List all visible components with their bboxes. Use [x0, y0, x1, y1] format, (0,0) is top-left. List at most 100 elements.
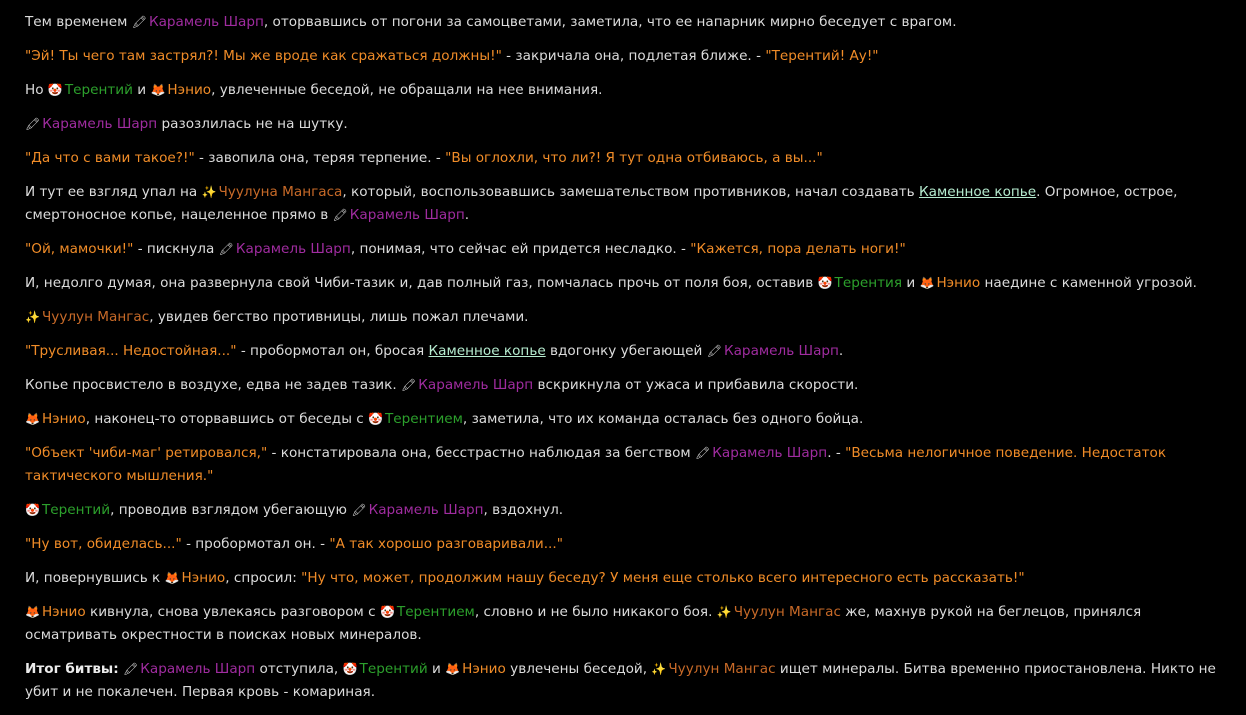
fox-icon: 🦊 [164, 571, 180, 585]
crayon-icon: 🖍 [694, 446, 711, 460]
character-name-caramel-sharp: Карамель Шарп [723, 343, 839, 359]
dialogue-quote: "Терентий! Ау!" [765, 48, 879, 64]
narration-text: наедине с каменной угрозой. [980, 275, 1197, 291]
crayon-icon: 🖍 [122, 662, 139, 676]
log-paragraph: Но 🤡 Терентий и 🦊 Нэнио, увлеченные беседо… [25, 79, 1225, 102]
character-name-caramel-sharp: Карамель Шарп [349, 207, 465, 223]
log-paragraph: 🦊 Нэнио, наконец-то оторвавшись от беседы… [25, 408, 1225, 431]
log-paragraph: Копье просвистело в воздухе, едва не зад… [25, 374, 1225, 397]
crayon-icon: 🖍 [332, 208, 348, 222]
narration-text: и [427, 661, 446, 677]
narration-text: кивнула, снова увлекаясь разговором с [85, 604, 380, 620]
log-paragraph: "Трусливая... Недостойная..." - пробормо… [25, 340, 1225, 363]
fox-icon: 🦊 [150, 83, 166, 97]
crayon-icon: 🖍 [218, 242, 234, 256]
character-name-chuulun-mangas: Чуулун Мангас [733, 604, 841, 620]
character-name-caramel-sharp: Карамель Шарп [368, 502, 484, 518]
fox-icon: 🦊 [25, 605, 40, 619]
clown-icon: 🤡 [379, 605, 395, 619]
narration-text: Тем временем [25, 14, 132, 30]
character-name-caramel-sharp: Карамель Шарп [140, 661, 256, 677]
crayon-icon: 🖍 [25, 117, 41, 131]
narration-text: - пробормотал он. - [181, 536, 330, 552]
narration-text: , вздохнул. [483, 502, 564, 518]
narration-text: , увлеченные беседой, не обращали на нее… [211, 82, 603, 98]
log-paragraph: Итог битвы: 🖍 Карамель Шарп отступила, 🤡 Т… [25, 658, 1225, 704]
narration-text: . [464, 207, 470, 223]
character-name-neo: Нэнио [167, 82, 212, 98]
narration-text: - пробормотал он, бросая [236, 343, 429, 359]
narration-text: вскрикнула от ужаса и прибавила скорости… [533, 377, 859, 393]
character-name-caramel-sharp: Карамель Шарп [712, 445, 828, 461]
narration-text: , оторвавшись от погони за самоцветами, … [263, 14, 957, 30]
narration-text: , словно и не было никакого боя. [474, 604, 717, 620]
narration-text: и [902, 275, 920, 291]
character-name-neo: Нэнио [41, 411, 86, 427]
log-paragraph: И тут ее взгляд упал на ✨ Чуулуна Мангаса… [25, 181, 1225, 227]
dialogue-quote: "Трусливая... Недостойная..." [25, 343, 237, 359]
narration-text: увлечены беседой, [505, 661, 652, 677]
dialogue-quote: "Объект 'чиби-маг' ретировался," [25, 445, 268, 461]
dialogue-quote: "Эй! Ты чего там застрял?! Мы же вроде к… [25, 48, 502, 64]
sparkles-icon: ✨ [716, 605, 732, 619]
sparkles-icon: ✨ [201, 185, 217, 199]
log-paragraph: "Объект 'чиби-маг' ретировался," - конст… [25, 442, 1225, 488]
narration-text: , понимая, что сейчас ей придется неслад… [350, 241, 691, 257]
skill-link[interactable]: Каменное копье [919, 184, 1036, 200]
crayon-icon: 🖍 [351, 503, 367, 517]
dialogue-quote: "Вы оглохли, что ли?! Я тут одна отбиваю… [445, 150, 823, 166]
narration-text: , проводив взглядом убегающую [110, 502, 352, 518]
dialogue-quote: "Кажется, пора делать ноги!" [690, 241, 906, 257]
log-paragraph: 🦊 Нэнио кивнула, снова увлекаясь разговор… [25, 601, 1225, 647]
crayon-icon: 🖍 [401, 378, 417, 392]
narration-text: отступила, [255, 661, 343, 677]
narration-text: , спросил: [225, 570, 302, 586]
narration-text: И тут ее взгляд упал на [25, 184, 202, 200]
log-paragraph: Тем временем 🖍 Карамель Шарп, оторвавшись… [25, 11, 1225, 34]
character-name-terenty: Терентий [41, 502, 111, 518]
narration-text: , который, воспользовавшись замешательст… [342, 184, 919, 200]
battle-summary-label: Итог битвы: [25, 661, 119, 677]
skill-link[interactable]: Каменное копье [429, 343, 546, 359]
dialogue-quote: "Да что с вами такое?!" [25, 150, 195, 166]
narration-text: - пискнула [133, 241, 219, 257]
narration-text: . - [827, 445, 846, 461]
character-name-neo: Нэнио [936, 275, 981, 291]
log-paragraph: ✨ Чуулун Мангас, увидев бегство противниц… [25, 306, 1225, 329]
log-paragraph: "Эй! Ты чего там застрял?! Мы же вроде к… [25, 45, 1225, 68]
character-name-terenty: Терентий [359, 661, 428, 677]
character-name-neo: Нэнио [181, 570, 226, 586]
narration-text: - закричала она, подлетая ближе. - [501, 48, 766, 64]
character-name-chuulun-mangas: Чуулун Мангас [41, 309, 150, 325]
fox-icon: 🦊 [919, 276, 935, 290]
sparkles-icon: ✨ [25, 310, 40, 324]
dialogue-quote: "Ну что, может, продолжим нашу беседу? У… [301, 570, 1025, 586]
crayon-icon: 🖍 [706, 344, 722, 358]
log-paragraph: 🤡 Терентий, проводив взглядом убегающую 🖍… [25, 499, 1225, 522]
log-paragraph: И, повернувшись к 🦊 Нэнио, спросил: "Ну ч… [25, 567, 1225, 590]
battle-log: Тем временем 🖍 Карамель Шарп, оторвавшись… [25, 11, 1225, 715]
character-name-neo: Нэнио [41, 604, 86, 620]
character-name-terenty: Терентием [385, 411, 463, 427]
narration-text: и [132, 82, 151, 98]
character-name-terenty: Терентием [396, 604, 475, 620]
character-name-terenty: Терентий [64, 82, 133, 98]
narration-text: - завопила она, теряя терпение. - [194, 150, 446, 166]
narration-text: Копье просвистело в воздухе, едва не зад… [25, 377, 401, 393]
character-name-terenty: Терентия [834, 275, 903, 291]
log-paragraph: "Ой, мамочки!" - пискнула 🖍 Карамель Шарп… [25, 238, 1225, 261]
character-name-caramel-sharp: Карамель Шарп [42, 116, 158, 132]
fox-icon: 🦊 [25, 412, 40, 426]
log-paragraph: "Ну вот, обиделась..." - пробормотал он.… [25, 533, 1225, 556]
clown-icon: 🤡 [817, 276, 833, 290]
dialogue-quote: "Ну вот, обиделась..." [25, 536, 182, 552]
dialogue-quote: "А так хорошо разговаривали..." [329, 536, 563, 552]
narration-text: вдогонку убегающей [545, 343, 707, 359]
narration-text: - констатировала она, бесстрастно наблюд… [267, 445, 695, 461]
narration-text: разозлилась не на шутку. [157, 116, 348, 132]
log-paragraph: 🖍 Карамель Шарп разозлилась не на шутку. [25, 113, 1225, 136]
clown-icon: 🤡 [342, 662, 358, 676]
narration-text: , наконец-то оторвавшись от беседы с [85, 411, 369, 427]
narration-text: , заметила, что их команда осталась без … [462, 411, 864, 427]
crayon-icon: 🖍 [131, 15, 147, 29]
